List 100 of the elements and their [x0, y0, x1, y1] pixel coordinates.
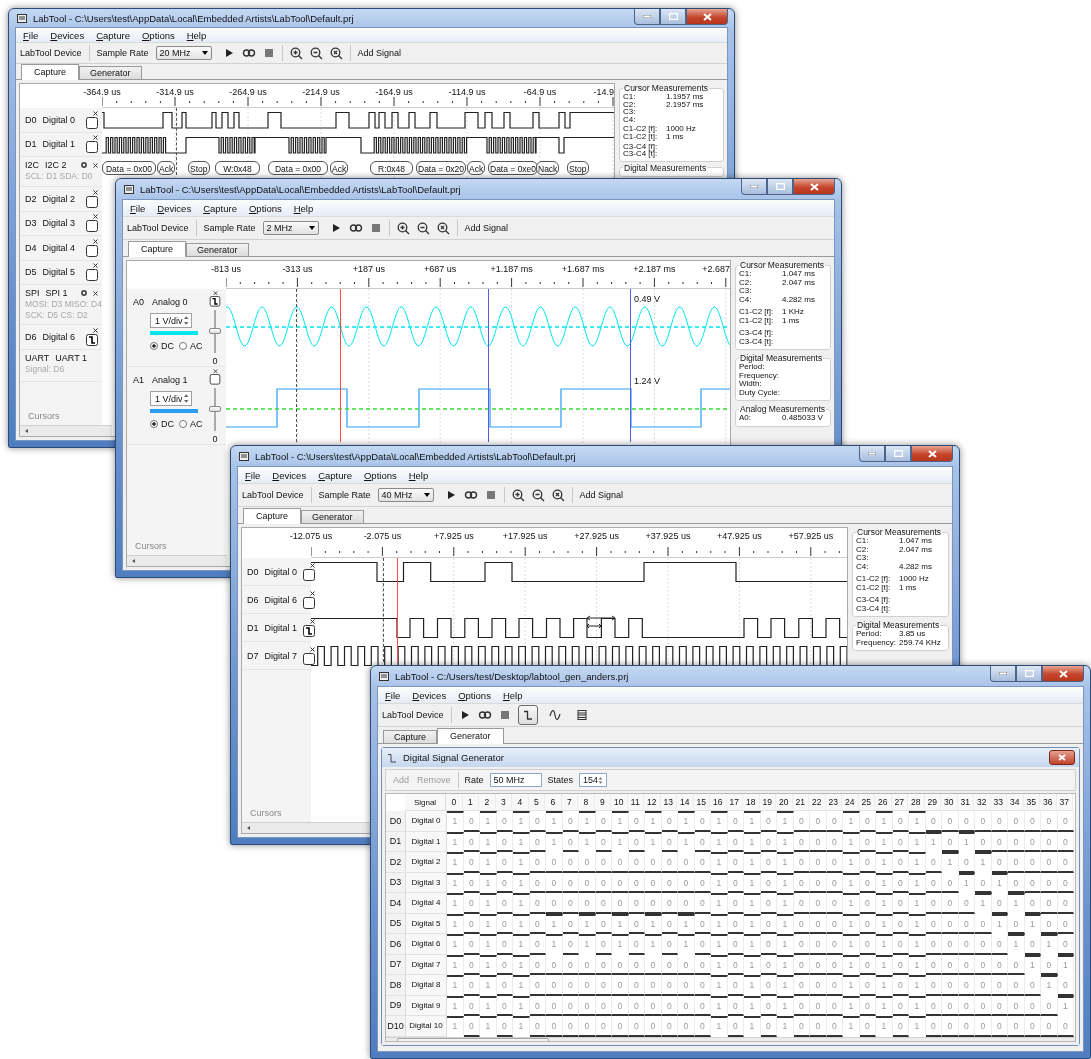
- state-cell[interactable]: 0: [661, 995, 678, 1016]
- state-cell[interactable]: 0: [562, 831, 579, 852]
- state-cell[interactable]: 0: [1008, 995, 1025, 1016]
- state-cell[interactable]: 1: [513, 872, 530, 893]
- state-cell[interactable]: 0: [628, 913, 645, 934]
- state-cell[interactable]: 0: [1041, 995, 1058, 1016]
- state-cell[interactable]: 0: [546, 975, 563, 996]
- state-cell[interactable]: 0: [991, 934, 1008, 955]
- state-cell[interactable]: 1: [579, 811, 596, 832]
- state-cell[interactable]: 1: [480, 893, 497, 914]
- state-cell[interactable]: 0: [661, 913, 678, 934]
- state-cell[interactable]: 0: [727, 995, 744, 1016]
- trigger-button[interactable]: [303, 568, 316, 581]
- state-cell[interactable]: 1: [579, 831, 596, 852]
- state-cell[interactable]: 0: [496, 852, 513, 873]
- state-cell[interactable]: 1: [645, 831, 662, 852]
- state-cell[interactable]: 0: [793, 893, 810, 914]
- state-cell[interactable]: 1: [909, 975, 926, 996]
- state-cell[interactable]: 1: [711, 995, 728, 1016]
- state-cell[interactable]: 0: [529, 913, 546, 934]
- state-cell[interactable]: 1: [909, 934, 926, 955]
- state-cell[interactable]: 0: [645, 975, 662, 996]
- state-cell[interactable]: 1: [777, 811, 794, 832]
- state-cell[interactable]: 0: [925, 975, 942, 996]
- horizontal-scrollbar[interactable]: [242, 822, 370, 833]
- state-cell[interactable]: 1: [843, 954, 860, 975]
- state-cell[interactable]: 1: [1024, 954, 1041, 975]
- state-cell[interactable]: 0: [628, 934, 645, 955]
- state-cell[interactable]: 0: [991, 954, 1008, 975]
- state-cell[interactable]: 0: [612, 872, 629, 893]
- state-cell[interactable]: 1: [1041, 934, 1058, 955]
- state-cell[interactable]: 0: [1024, 872, 1041, 893]
- state-cell[interactable]: 0: [694, 831, 711, 852]
- state-cell[interactable]: 0: [1008, 975, 1025, 996]
- state-cell[interactable]: 1: [876, 995, 893, 1016]
- state-cell[interactable]: 0: [529, 893, 546, 914]
- state-cell[interactable]: 0: [496, 811, 513, 832]
- trigger-button[interactable]: [209, 374, 221, 385]
- state-cell[interactable]: 0: [595, 811, 612, 832]
- state-cell[interactable]: 0: [892, 811, 909, 832]
- state-cell[interactable]: 0: [678, 954, 695, 975]
- state-cell[interactable]: 0: [793, 852, 810, 873]
- state-cell[interactable]: 1: [1057, 954, 1074, 975]
- state-cell[interactable]: 1: [678, 811, 695, 832]
- maximize-button[interactable]: [767, 179, 793, 195]
- state-cell[interactable]: 1: [711, 975, 728, 996]
- close-icon[interactable]: [93, 290, 98, 296]
- state-cell[interactable]: 0: [793, 975, 810, 996]
- zoom-in-icon[interactable]: [289, 46, 303, 60]
- state-cell[interactable]: 0: [826, 852, 843, 873]
- state-cell[interactable]: 0: [925, 872, 942, 893]
- state-cell[interactable]: 0: [760, 852, 777, 873]
- state-cell[interactable]: 0: [991, 831, 1008, 852]
- state-cell[interactable]: 0: [975, 954, 992, 975]
- state-cell[interactable]: 1: [447, 995, 464, 1016]
- state-cell[interactable]: 1: [777, 934, 794, 955]
- state-cell[interactable]: 0: [595, 893, 612, 914]
- state-cell[interactable]: 0: [1057, 913, 1074, 934]
- state-cell[interactable]: 0: [1008, 852, 1025, 873]
- add-signal-button[interactable]: Add Signal: [357, 48, 402, 58]
- state-cell[interactable]: 0: [942, 954, 959, 975]
- state-cell[interactable]: 1: [744, 934, 761, 955]
- state-cell[interactable]: 0: [529, 954, 546, 975]
- radio-button[interactable]: AC: [179, 341, 203, 351]
- state-cell[interactable]: 0: [1024, 811, 1041, 832]
- state-cell[interactable]: 0: [942, 934, 959, 955]
- state-cell[interactable]: 0: [562, 893, 579, 914]
- state-cell[interactable]: 0: [645, 893, 662, 914]
- state-cell[interactable]: 1: [876, 872, 893, 893]
- state-cell[interactable]: 0: [496, 995, 513, 1016]
- state-cell[interactable]: 0: [562, 995, 579, 1016]
- state-cell[interactable]: 0: [562, 811, 579, 832]
- state-cell[interactable]: 0: [1008, 831, 1025, 852]
- state-cell[interactable]: 1: [711, 831, 728, 852]
- maximize-button[interactable]: [885, 446, 911, 462]
- state-cell[interactable]: 0: [826, 995, 843, 1016]
- state-cell[interactable]: 0: [892, 954, 909, 975]
- state-cell[interactable]: 1: [744, 831, 761, 852]
- state-cell[interactable]: 0: [1041, 913, 1058, 934]
- state-cell[interactable]: 0: [546, 852, 563, 873]
- close-icon[interactable]: [310, 618, 316, 624]
- state-cell[interactable]: 0: [810, 811, 827, 832]
- state-cell[interactable]: 0: [1008, 872, 1025, 893]
- state-cell[interactable]: 0: [595, 954, 612, 975]
- state-cell[interactable]: 1: [480, 831, 497, 852]
- state-cell[interactable]: 0: [810, 934, 827, 955]
- state-cell[interactable]: 1: [447, 934, 464, 955]
- menu-item[interactable]: Options: [358, 469, 402, 481]
- menu-item[interactable]: File: [125, 202, 151, 214]
- state-cell[interactable]: 0: [727, 913, 744, 934]
- state-cell[interactable]: 0: [826, 934, 843, 955]
- state-cell[interactable]: 1: [843, 975, 860, 996]
- state-cell[interactable]: 0: [727, 954, 744, 975]
- menu-item[interactable]: Options: [453, 689, 496, 701]
- state-cell[interactable]: 0: [463, 995, 480, 1016]
- state-cell[interactable]: 0: [859, 975, 876, 996]
- state-cell[interactable]: 1: [447, 954, 464, 975]
- state-cell[interactable]: 0: [562, 975, 579, 996]
- state-cell[interactable]: 1: [843, 913, 860, 934]
- state-cell[interactable]: 0: [991, 893, 1008, 914]
